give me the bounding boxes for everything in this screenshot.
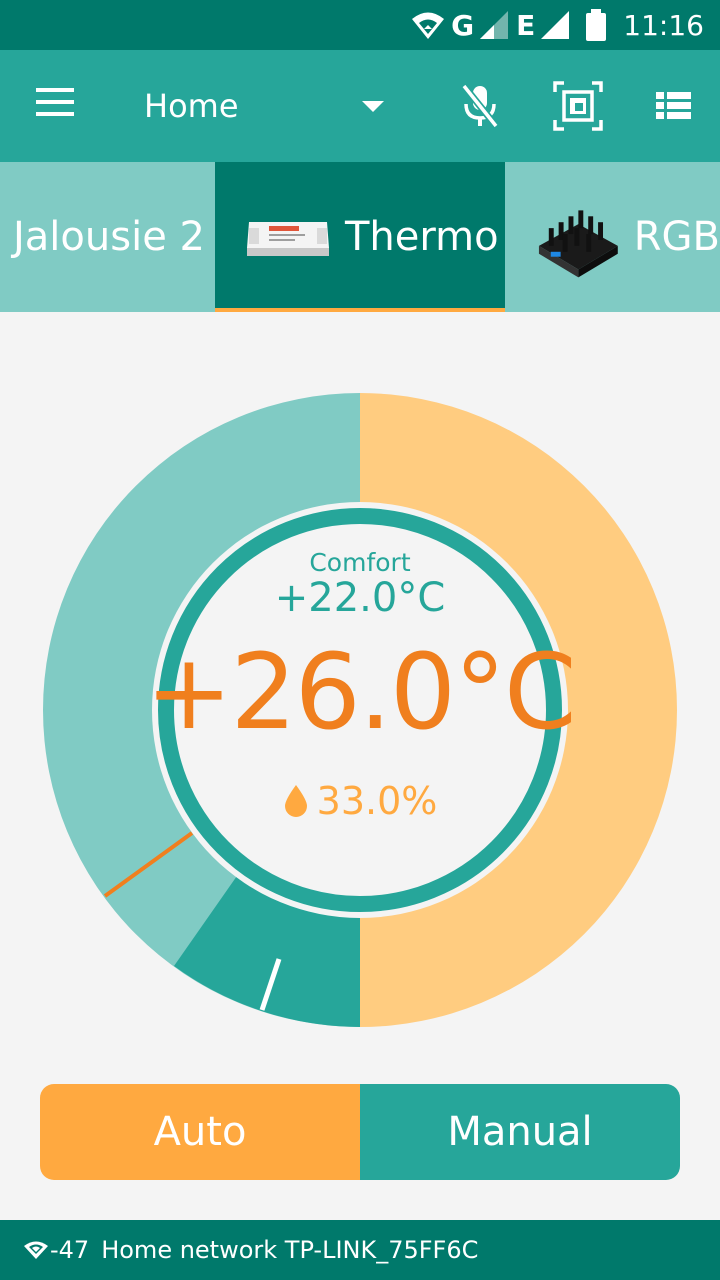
humidity-readout: 33.0%	[43, 779, 677, 823]
list-view-button[interactable]	[648, 80, 700, 132]
mic-off-icon	[461, 83, 499, 129]
wifi-data-icon	[412, 12, 445, 39]
wifi-icon	[24, 1241, 48, 1259]
location-dropdown[interactable]: Home	[144, 80, 394, 132]
list-view-icon	[656, 92, 691, 119]
manual-mode-label: Manual	[447, 1109, 593, 1155]
signal-icon	[541, 11, 570, 39]
tab-label: Thermo	[345, 214, 499, 260]
auto-mode-label: Auto	[153, 1109, 247, 1155]
humidity-value: 33.0%	[316, 779, 438, 823]
battery-icon	[586, 9, 607, 41]
water-drop-icon	[284, 785, 307, 817]
manual-mode-button[interactable]: Manual	[360, 1084, 680, 1180]
app-bar: Home	[0, 50, 720, 162]
network-type-label: G	[451, 8, 475, 42]
dropdown-arrow-icon	[362, 101, 384, 112]
menu-icon	[36, 88, 74, 116]
sonoff-device-icon	[247, 222, 329, 256]
location-label: Home	[144, 87, 239, 125]
clock: 11:16	[623, 8, 704, 42]
rgb-controller-icon	[538, 210, 618, 278]
thermostat-readout: Comfort +22.0°C +26.0°C 33.0%	[43, 393, 677, 1027]
network-type-label: E	[516, 8, 536, 42]
signal-strength: -47	[50, 1236, 90, 1264]
network-status-bar: -47 Home network TP-LINK_75FF6C	[0, 1220, 720, 1280]
tab-label: RGB	[633, 214, 720, 260]
tab-rgb[interactable]: RGB	[505, 162, 720, 312]
menu-button[interactable]	[36, 88, 76, 120]
voice-control-button[interactable]	[454, 80, 506, 132]
scenes-button[interactable]	[552, 80, 604, 132]
tab-jalousie-2[interactable]: Jalousie 2	[0, 162, 215, 312]
status-bar: G E 11:16	[0, 0, 720, 50]
current-temperature: +26.0°C	[145, 631, 576, 753]
target-temperature: +22.0°C	[274, 575, 446, 621]
tab-thermo[interactable]: Thermo	[215, 162, 505, 312]
tab-label: Jalousie 2	[13, 214, 205, 260]
network-name: Home network TP-LINK_75FF6C	[101, 1236, 479, 1264]
signal-icon	[480, 11, 509, 39]
status-icons: G E 11:16	[411, 0, 704, 50]
thermostat-mode-name: Comfort	[309, 548, 411, 577]
scenes-icon	[553, 81, 603, 131]
device-tabs: Jalousie 2 Thermo RGB	[0, 162, 720, 312]
auto-mode-button[interactable]: Auto	[40, 1084, 360, 1180]
